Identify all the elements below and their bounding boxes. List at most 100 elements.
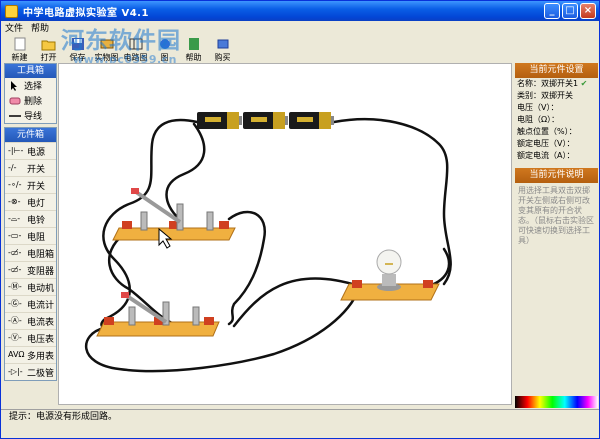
new-file-icon [14, 37, 25, 51]
battery-symbol-icon: -|⊢- [8, 146, 24, 155]
double-switch-symbol-icon: -∘∕- [8, 180, 22, 189]
prop-name-text: 名称：双掷开关1 [517, 79, 579, 88]
prop-rated-voltage: 额定电压（V）： [517, 139, 575, 148]
app-window: 中学电路虚拟实验室 V4.1 _ □ × 文件 帮助 新建 打开 保存 实物图 [0, 0, 600, 439]
prop-rated-current: 额定电流（A）： [517, 151, 575, 160]
real-view-icon [100, 39, 113, 49]
battery-3 [289, 112, 334, 129]
comp-label: 开关 [27, 164, 46, 175]
comp-rheostat[interactable]: -▭̸- 变阻器 [5, 261, 56, 278]
description-title: 当前元件说明 [515, 168, 598, 183]
tool-select[interactable]: 选择 [5, 78, 56, 93]
arrow-cursor-icon [11, 80, 17, 91]
buy-label: 购买 [214, 53, 231, 62]
prop-name: 名称：双掷开关1 ✔ [515, 78, 598, 90]
tool-wire[interactable]: 导线 [5, 108, 56, 123]
menu-bar: 文件 帮助 [1, 21, 599, 35]
open-folder-icon [41, 40, 55, 51]
tool-wire-label: 导线 [24, 112, 43, 122]
minimize-button[interactable]: _ [544, 3, 560, 19]
left-panel: 工具箱 选择 删除 导线 元件箱 -|⊢- 电源 -∕- 开关 -∘∕- 开关 -⊗-… [4, 63, 57, 405]
tool-select-label: 选择 [24, 82, 43, 92]
lamp-board[interactable] [340, 249, 440, 301]
wire-top-switch-up [165, 122, 206, 221]
buy-cart-icon [217, 39, 228, 49]
right-panel: 当前元件设置 名称：双掷开关1 ✔ 类别：双掷开关 电压（V）： 电阻（Ω）： … [515, 63, 598, 405]
comp-diode[interactable]: -▷|- 二极管 [5, 363, 56, 380]
buy-button[interactable]: 购买 [208, 35, 237, 63]
comp-power[interactable]: -|⊢- 电源 [5, 142, 56, 159]
help-button[interactable]: 帮助 [179, 35, 208, 63]
comp-label: 变阻器 [27, 266, 55, 277]
ammeter-symbol-icon: -Ⓐ- [8, 316, 22, 325]
app-icon [5, 4, 18, 18]
comp-label: 电流表 [27, 317, 55, 328]
component-box: 元件箱 -|⊢- 电源 -∕- 开关 -∘∕- 开关 -⊗- 电灯 -⌓- 电铃 -▭- 电… [4, 127, 57, 381]
comp-resistor[interactable]: -▭- 电阻 [5, 227, 56, 244]
comp-motor[interactable]: -Ⓜ- 电动机 [5, 278, 56, 295]
open-button[interactable]: 打开 [34, 35, 63, 63]
color-palette[interactable] [515, 396, 598, 408]
comp-lamp[interactable]: -⊗- 电灯 [5, 193, 56, 210]
save-disk-icon [71, 38, 84, 50]
comp-ammeter[interactable]: -Ⓐ- 电流表 [5, 312, 56, 329]
galvanometer-symbol-icon: -Ⓖ- [8, 299, 22, 308]
comp-galvanometer[interactable]: -Ⓖ- 电流计 [5, 295, 56, 312]
lamp-symbol-icon: -⊗- [8, 197, 21, 206]
resistance-box-symbol-icon: -▭̸- [8, 248, 22, 257]
comp-label: 电铃 [27, 215, 46, 226]
battery-1 [197, 112, 242, 129]
battery-2 [243, 112, 288, 129]
title-bar[interactable]: 中学电路虚拟实验室 V4.1 _ □ × [1, 1, 599, 21]
tool-delete[interactable]: 删除 [5, 93, 56, 108]
experiment-canvas[interactable] [58, 63, 512, 405]
prop-type: 类别：双掷开关 [517, 91, 573, 100]
comp-multimeter[interactable]: AVΩ 多用表 [5, 346, 56, 363]
comp-double-switch[interactable]: -∘∕- 开关 [5, 176, 56, 193]
battery-pack[interactable] [197, 112, 334, 129]
comp-label: 多用表 [27, 351, 55, 362]
window-title: 中学电路虚拟实验室 V4.1 [23, 7, 149, 19]
status-bar: 提示：电源没有形成回路。 [1, 409, 599, 423]
comp-voltmeter[interactable]: -Ⓥ- 电压表 [5, 329, 56, 346]
toolbox-title: 工具箱 [5, 64, 56, 78]
switch-symbol-icon: -∕- [8, 163, 17, 172]
motor-symbol-icon: -Ⓜ- [8, 282, 22, 291]
toolbox: 工具箱 选择 删除 导线 [4, 63, 57, 124]
comp-resistance-box[interactable]: -▭̸- 电阻箱 [5, 244, 56, 261]
component-box-title: 元件箱 [5, 128, 56, 142]
resistor-symbol-icon: -▭- [8, 231, 22, 240]
description-text: 用选择工具双击双掷开关左侧或右侧可改变其原有的开合状态。（鼠标右击实验区可快速切… [518, 186, 594, 245]
help-label: 帮助 [185, 53, 202, 62]
comp-label: 电压表 [27, 334, 55, 345]
new-label: 新建 [11, 53, 28, 62]
check-icon: ✔ [580, 79, 588, 88]
menu-file[interactable]: 文件 [5, 21, 23, 35]
graph-icon [159, 39, 170, 49]
open-label: 打开 [40, 53, 57, 62]
circuit-diagram-icon [129, 38, 142, 50]
comp-label: 电阻 [27, 232, 46, 243]
new-button[interactable]: 新建 [5, 35, 34, 63]
rheostat-symbol-icon: -▭̸- [8, 265, 22, 274]
wire-bottom-right [232, 277, 361, 328]
maximize-button[interactable]: □ [562, 3, 578, 19]
comp-label: 电流计 [27, 300, 55, 311]
prop-contact: 触点位置（%）： [517, 127, 577, 136]
circuit-drawing [85, 112, 452, 373]
comp-label: 二极管 [27, 368, 55, 379]
bell-symbol-icon: -⌓- [8, 214, 21, 223]
tool-delete-label: 删除 [24, 97, 43, 107]
close-button[interactable]: × [580, 3, 596, 19]
properties-title: 当前元件设置 [515, 63, 598, 78]
comp-label: 电阻箱 [27, 249, 55, 260]
comp-bell[interactable]: -⌓- 电铃 [5, 210, 56, 227]
eraser-icon [9, 97, 21, 104]
comp-label: 电源 [27, 147, 46, 158]
menu-help[interactable]: 帮助 [31, 21, 49, 35]
multimeter-symbol-icon: AVΩ [8, 350, 25, 359]
comp-switch[interactable]: -∕- 开关 [5, 159, 56, 176]
comp-label: 电动机 [27, 283, 55, 294]
help-book-icon [188, 38, 199, 50]
comp-label: 开关 [27, 181, 46, 192]
